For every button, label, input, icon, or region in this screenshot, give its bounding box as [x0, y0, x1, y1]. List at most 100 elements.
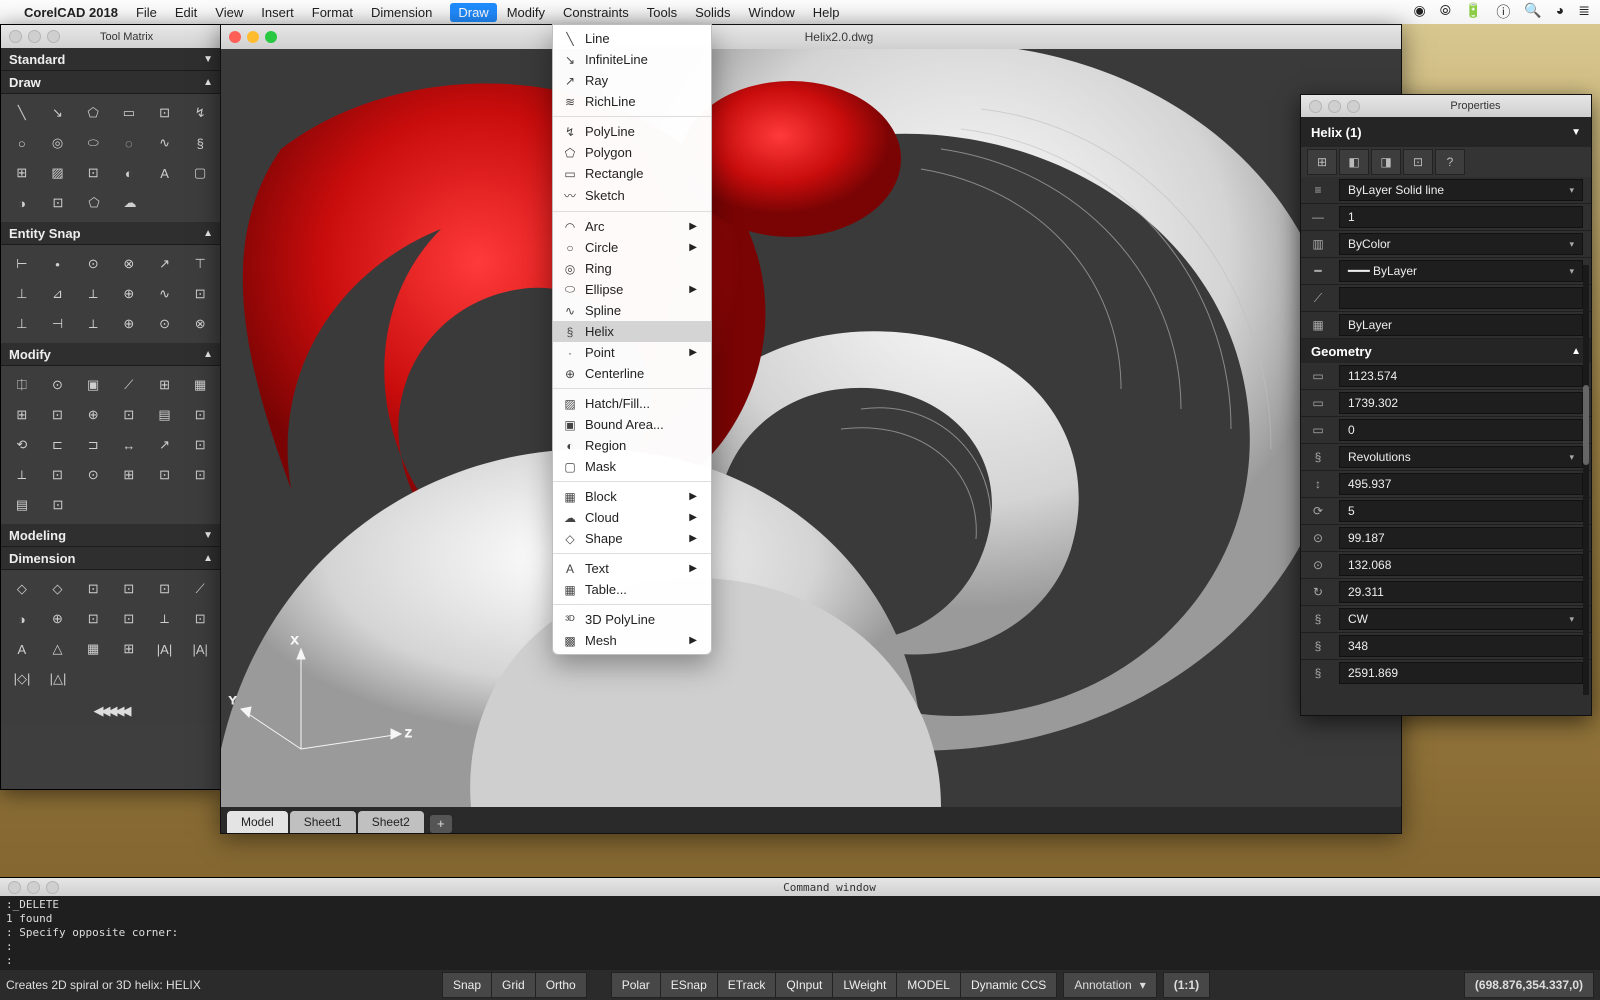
menu-draw[interactable]: Draw [450, 3, 496, 22]
tool-button[interactable]: ⊕ [45, 608, 71, 630]
tool-button[interactable]: ◇ [45, 578, 71, 600]
property-value[interactable]: 1739.302 [1339, 392, 1583, 414]
siri-tray-icon[interactable]: ◕ [1556, 2, 1564, 22]
menu-item-cloud[interactable]: ☁Cloud▶ [553, 507, 711, 528]
properties-tool-button[interactable]: ? [1435, 149, 1465, 175]
tool-button[interactable]: ⊡ [45, 464, 71, 486]
tool-button[interactable]: ⊡ [152, 464, 178, 486]
menu-window[interactable]: Window [749, 5, 795, 20]
tool-button[interactable]: ▤ [9, 494, 35, 516]
tool-button[interactable]: ⊡ [152, 578, 178, 600]
tool-button[interactable]: ⊙ [45, 374, 71, 396]
menu-item-circle[interactable]: ○Circle▶ [553, 237, 711, 258]
property-value[interactable]: ByLayer Solid line [1339, 179, 1583, 201]
menu-item-polygon[interactable]: ⬠Polygon [553, 142, 711, 163]
geometry-section-header[interactable]: Geometry▲ [1301, 339, 1591, 363]
wifi-tray-icon[interactable]: ⦾ [1440, 2, 1451, 22]
tool-button[interactable]: ↗ [152, 253, 178, 275]
tool-button[interactable]: ⊕ [80, 404, 106, 426]
tool-button[interactable]: ⊡ [187, 434, 213, 456]
tool-button[interactable]: ⊡ [45, 404, 71, 426]
status-toggle-etrack[interactable]: ETrack [718, 972, 777, 998]
property-value[interactable]: 99.187 [1339, 527, 1583, 549]
tool-button[interactable]: ↯ [187, 102, 213, 124]
menu-edit[interactable]: Edit [175, 5, 197, 20]
scale-ratio[interactable]: (1:1) [1163, 972, 1210, 998]
tool-button[interactable]: ⊞ [116, 464, 142, 486]
property-value[interactable] [1339, 287, 1583, 309]
tool-button[interactable]: ⊞ [9, 404, 35, 426]
tool-button[interactable]: ⊡ [45, 192, 71, 214]
properties-scrollbar[interactable] [1583, 265, 1589, 695]
zoom-icon[interactable] [1347, 100, 1360, 113]
property-value[interactable]: 2591.869 [1339, 662, 1583, 684]
tool-button[interactable]: ⊞ [152, 374, 178, 396]
close-icon[interactable] [9, 30, 22, 43]
property-value[interactable]: ByColor [1339, 233, 1583, 255]
property-value[interactable]: CW [1339, 608, 1583, 630]
tool-button[interactable]: § [187, 132, 213, 154]
tool-button[interactable]: ⊥ [9, 313, 35, 335]
property-value[interactable]: 29.311 [1339, 581, 1583, 603]
status-toggle-snap[interactable]: Snap [442, 972, 492, 998]
status-toggle-ortho[interactable]: Ortho [536, 972, 587, 998]
battery-tray-icon[interactable]: 🔋 [1465, 2, 1482, 22]
tool-button[interactable]: |A| [152, 638, 178, 660]
properties-titlebar[interactable]: Properties [1301, 95, 1591, 117]
menu-item-region[interactable]: ◐Region [553, 435, 711, 456]
tool-button[interactable]: ◑ [9, 608, 35, 630]
tool-button[interactable]: ⊡ [187, 404, 213, 426]
tab-model[interactable]: Model [227, 811, 288, 833]
menu-item-bound-area-[interactable]: ▣Bound Area... [553, 414, 711, 435]
close-icon[interactable] [1309, 100, 1322, 113]
spotlight-tray-icon[interactable]: 🔍 [1524, 2, 1541, 22]
menu-dimension[interactable]: Dimension [371, 5, 432, 20]
property-value[interactable]: ━━━ ByLayer [1339, 260, 1583, 282]
tool-matrix-rewind[interactable]: ◀◀◀◀◀ [1, 698, 221, 724]
menu-item-mesh[interactable]: ▩Mesh▶ [553, 630, 711, 651]
menu-view[interactable]: View [215, 5, 243, 20]
property-value[interactable]: 5 [1339, 500, 1583, 522]
menu-item-helix[interactable]: §Helix [553, 321, 711, 342]
tool-button[interactable]: ⊡ [187, 464, 213, 486]
tool-button[interactable]: ⊡ [187, 283, 213, 305]
minimize-icon[interactable] [27, 881, 40, 894]
menu-constraints[interactable]: Constraints [563, 5, 629, 20]
scrollbar-thumb[interactable] [1583, 385, 1589, 465]
tool-button[interactable]: ⊥ [9, 283, 35, 305]
tool-button[interactable]: ⊡ [116, 578, 142, 600]
selection-dropdown[interactable]: Helix (1) ▼ [1301, 117, 1591, 147]
minimize-icon[interactable] [247, 31, 259, 43]
tool-button[interactable]: ∿ [152, 283, 178, 305]
status-toggle-dynamic-ccs[interactable]: Dynamic CCS [961, 972, 1057, 998]
tool-button[interactable]: ⬠ [80, 102, 106, 124]
tool-button[interactable]: ◑ [9, 192, 35, 214]
tool-button[interactable]: ○ [9, 132, 35, 154]
tool-button[interactable]: ↗ [152, 434, 178, 456]
tool-button[interactable]: ⊙ [80, 253, 106, 275]
tool-button[interactable]: ⊐ [80, 434, 106, 456]
section-header[interactable]: Draw▲ [1, 71, 221, 94]
tool-button[interactable]: ↔ [116, 434, 142, 456]
tool-button[interactable]: ⊡ [80, 608, 106, 630]
tool-button[interactable]: ⊡ [80, 162, 106, 184]
menu-solids[interactable]: Solids [695, 5, 730, 20]
document-titlebar[interactable]: Helix2.0.dwg [221, 25, 1401, 49]
menu-item-block[interactable]: ▦Block▶ [553, 486, 711, 507]
section-header[interactable]: Dimension▲ [1, 547, 221, 570]
menu-item-3d-polyline[interactable]: ³ᴰ3D PolyLine [553, 609, 711, 630]
tool-button[interactable]: ⟋ [116, 374, 142, 396]
tool-button[interactable]: ⊞ [116, 638, 142, 660]
tool-button[interactable]: ⟂ [9, 464, 35, 486]
menu-item-mask[interactable]: ▢Mask [553, 456, 711, 477]
status-toggle-model[interactable]: MODEL [897, 972, 961, 998]
minimize-icon[interactable] [28, 30, 41, 43]
properties-tool-button[interactable]: ◧ [1339, 149, 1369, 175]
menu-item-ray[interactable]: ↗Ray [553, 70, 711, 91]
tool-button[interactable]: ▨ [45, 162, 71, 184]
zoom-icon[interactable] [47, 30, 60, 43]
tool-button[interactable]: ⊙ [80, 464, 106, 486]
add-tab-button[interactable]: + [430, 815, 452, 833]
tool-button[interactable]: ⬭ [80, 132, 106, 154]
menu-item-centerline[interactable]: ⊕Centerline [553, 363, 711, 384]
